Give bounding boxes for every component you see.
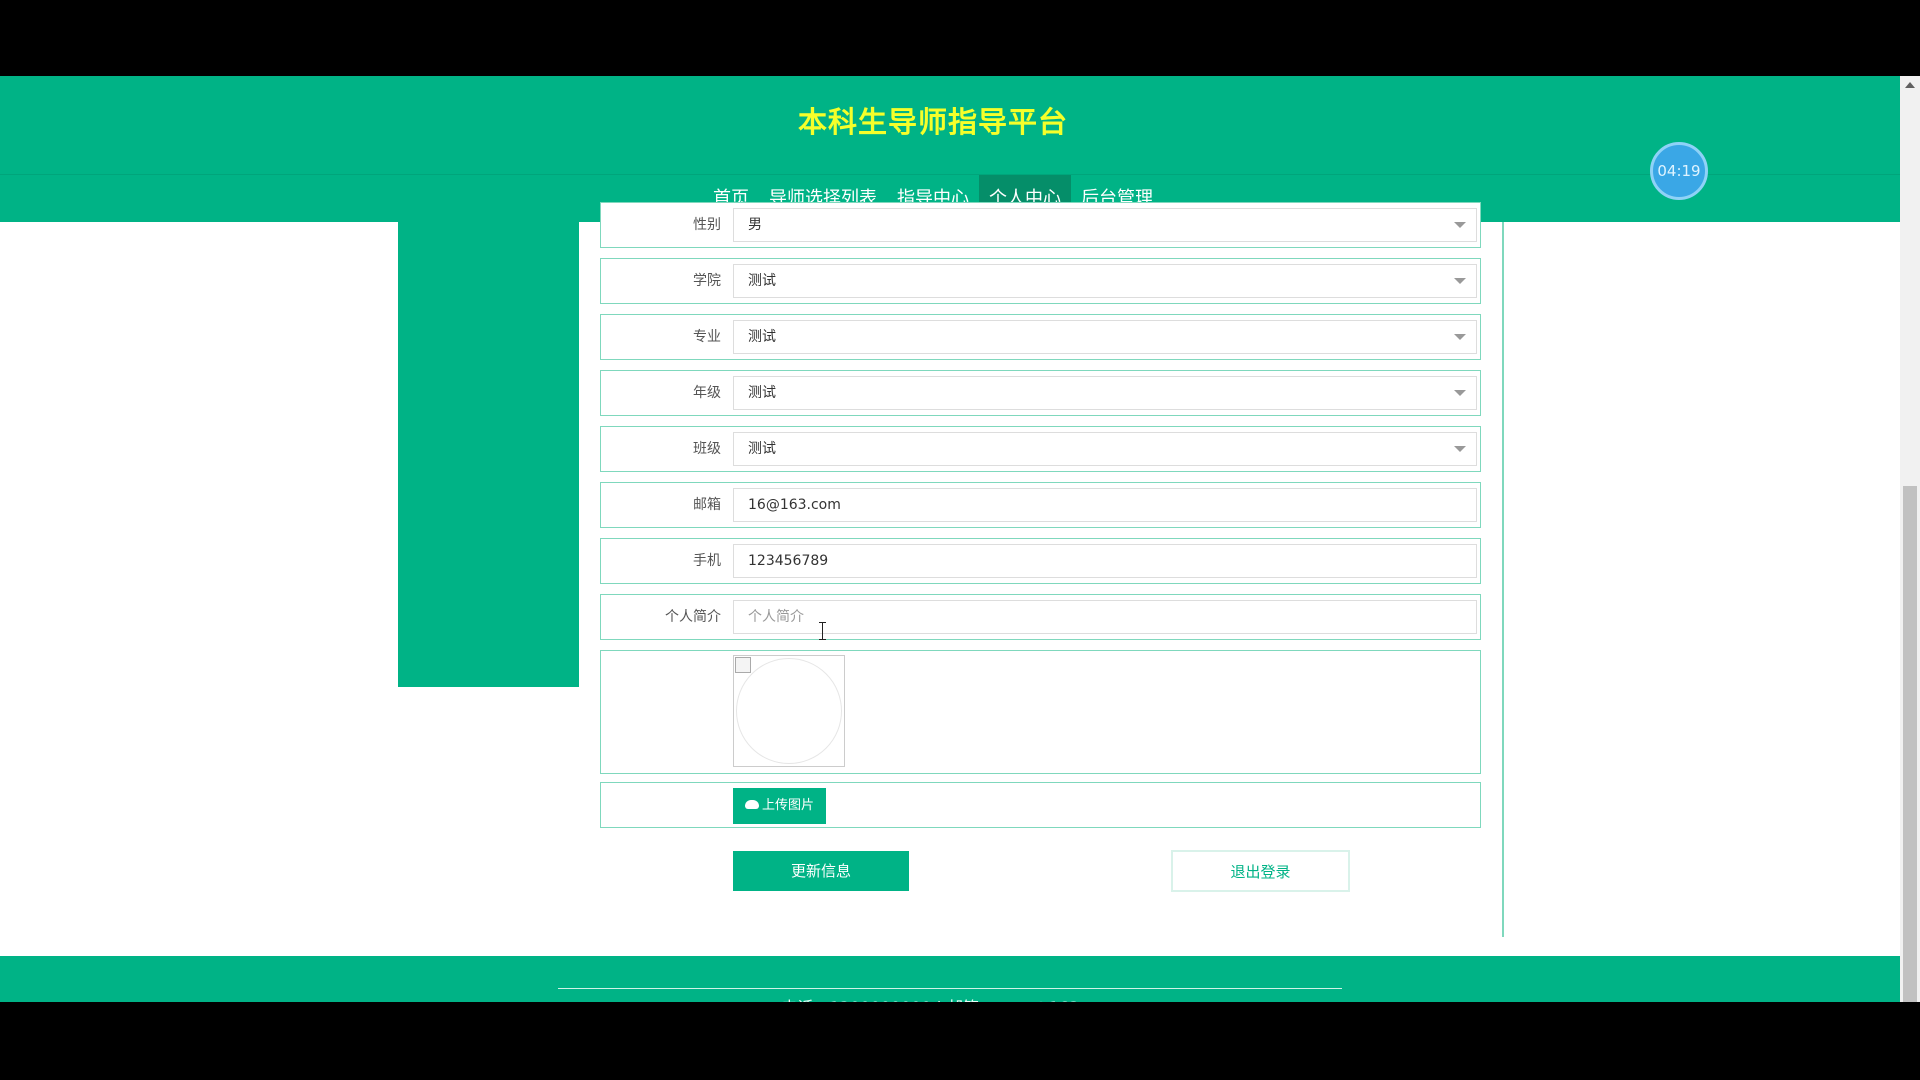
chevron-down-icon [1454,222,1466,228]
email-label: 邮箱 [693,497,721,513]
footer-contact: 电话：1300000000 | 邮箱：xxxx@163.com [0,994,1900,1002]
class-label: 班级 [693,441,721,457]
email-row: 邮箱 16@163.com [600,482,1481,528]
browser-viewport: 本科生导师指导平台 首页 导师选择列表 指导中心 个人中心 后台管理 04:19… [0,76,1900,1002]
college-label: 学院 [693,273,721,289]
scroll-thumb[interactable] [1903,486,1917,1002]
upload-row: 上传图片 [600,782,1481,828]
class-row: 班级 测试 [600,426,1481,472]
content-border [1502,222,1504,937]
avatar-circle [736,658,842,764]
chevron-down-icon [1454,334,1466,340]
phone-row: 手机 123456789 [600,538,1481,584]
grade-label: 年级 [693,385,721,401]
chevron-down-icon [1454,390,1466,396]
update-info-button[interactable]: 更新信息 [733,851,909,891]
broken-image-icon [735,657,751,673]
chevron-down-icon [1454,446,1466,452]
gender-select[interactable]: 男 [733,208,1477,242]
email-field[interactable]: 16@163.com [733,488,1477,522]
class-value: 测试 [748,441,776,457]
gender-label: 性别 [693,217,721,233]
avatar [733,655,845,767]
text-cursor-icon [819,622,826,640]
footer-divider [558,988,1342,989]
site-footer: 电话：1300000000 | 邮箱：xxxx@163.com [0,956,1900,1002]
grade-row: 年级 测试 [600,370,1481,416]
phone-label: 手机 [693,553,721,569]
upload-button-label: 上传图片 [761,798,814,813]
intro-label: 个人简介 [665,609,721,625]
cloud-upload-icon [744,800,759,809]
gender-row: 性别 男 [600,202,1481,248]
site-header: 本科生导师指导平台 首页 导师选择列表 指导中心 个人中心 后台管理 04:19 [0,76,1900,222]
major-row: 专业 测试 [600,314,1481,360]
major-value: 测试 [748,329,776,345]
side-panel [398,222,579,687]
logout-button[interactable]: 退出登录 [1171,850,1350,892]
timer-badge: 04:19 [1650,142,1708,200]
phone-field[interactable]: 123456789 [733,544,1477,578]
college-select[interactable]: 测试 [733,264,1477,298]
college-value: 测试 [748,273,776,289]
major-select[interactable]: 测试 [733,320,1477,354]
site-title: 本科生导师指导平台 [797,105,1068,139]
gender-value: 男 [748,217,762,233]
upload-image-button[interactable]: 上传图片 [733,788,826,824]
grade-value: 测试 [748,385,776,401]
intro-row: 个人简介 个人简介 [600,594,1481,640]
college-row: 学院 测试 [600,258,1481,304]
scroll-up-arrow-icon[interactable] [1905,82,1915,88]
intro-field[interactable]: 个人简介 [733,600,1477,634]
grade-select[interactable]: 测试 [733,376,1477,410]
chevron-down-icon [1454,278,1466,284]
page-scrollbar[interactable] [1900,76,1920,1002]
class-select[interactable]: 测试 [733,432,1477,466]
major-label: 专业 [693,329,721,345]
avatar-row [600,650,1481,774]
